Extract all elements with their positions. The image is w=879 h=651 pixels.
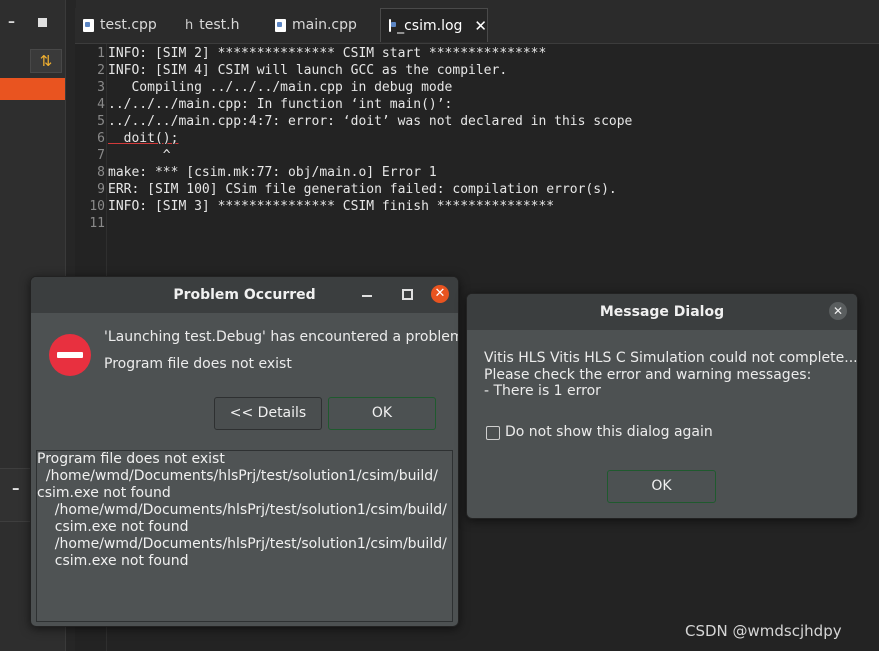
line-number: 10 [89, 199, 105, 214]
tab-test-h[interactable]: h test.h [185, 8, 257, 42]
line-number: 8 [97, 165, 105, 180]
error-icon [49, 334, 91, 376]
line-number: 7 [97, 148, 105, 163]
tab-main-cpp[interactable]: main.cpp [275, 8, 361, 42]
line-number: 11 [89, 216, 105, 231]
cpp-file-icon [275, 18, 286, 32]
ok-button[interactable]: OK [328, 397, 436, 430]
minimize-icon[interactable] [362, 295, 372, 297]
close-icon[interactable]: ✕ [431, 285, 449, 303]
log-line: INFO: [SIM 3] *************** CSIM finis… [108, 199, 555, 214]
cpp-file-icon [83, 18, 94, 32]
watermark: CSDN @wmdscjhdpy [685, 622, 842, 640]
line-number: 2 [97, 63, 105, 78]
maximize-icon[interactable] [402, 289, 413, 300]
close-icon[interactable]: ✕ [829, 302, 847, 320]
left-panel-toolbar: – [0, 8, 65, 40]
tab-label: _csim.log [397, 17, 463, 34]
tab-label: test.cpp [100, 17, 157, 33]
log-line: make: *** [csim.mk:77: obj/main.o] Error… [108, 165, 437, 180]
dialog-titlebar[interactable]: Message Dialog ✕ [467, 294, 857, 330]
dont-show-checkbox[interactable] [486, 426, 500, 440]
line-number: 5 [97, 114, 105, 129]
line-number: 9 [97, 182, 105, 197]
details-line: Program file does not exist [37, 451, 225, 467]
details-line: /home/wmd/Documents/hlsPrj/test/solution… [37, 536, 447, 552]
details-button[interactable]: << Details [214, 397, 322, 430]
dialog-title: Message Dialog [599, 304, 725, 320]
log-line: INFO: [SIM 2] *************** CSIM start… [108, 46, 547, 61]
details-line: /home/wmd/Documents/hlsPrj/test/solution… [37, 502, 447, 518]
log-line: doit(); [108, 131, 179, 146]
dont-show-label[interactable]: Do not show this dialog again [505, 424, 713, 440]
header-file-icon: h [185, 17, 194, 33]
dialog-titlebar[interactable]: Problem Occurred ✕ [31, 277, 458, 313]
details-line: csim.exe not found [37, 485, 171, 501]
log-line: ../../../main.cpp: In function ‘int main… [108, 97, 453, 112]
line-number: 3 [97, 80, 105, 95]
line-number: 1 [97, 46, 105, 61]
message-line: Vitis HLS Vitis HLS C Simulation could n… [484, 350, 858, 366]
problem-submessage: Program file does not exist [104, 356, 292, 372]
dialog-title: Problem Occurred [173, 287, 316, 303]
log-line: Compiling ../../../main.cpp in debug mod… [108, 80, 453, 95]
selected-tree-row[interactable] [0, 78, 65, 100]
tab-test-cpp[interactable]: test.cpp [83, 8, 167, 42]
line-number: 6 [97, 131, 105, 146]
message-line: - There is 1 error [484, 383, 601, 399]
log-line: ERR: [SIM 100] CSim file generation fail… [108, 182, 617, 197]
sync-icon[interactable]: ⇅ [30, 49, 62, 73]
log-line: ^ [108, 148, 171, 163]
editor-tab-bar: test.cpp h test.h main.cpp _csim.log ✕ [75, 8, 879, 44]
log-line: INFO: [SIM 4] CSIM will launch GCC as th… [108, 63, 508, 78]
message-dialog: Message Dialog ✕ Vitis HLS Vitis HLS C S… [466, 293, 858, 519]
lower-minimize-button[interactable]: – [12, 479, 20, 497]
ok-button[interactable]: OK [607, 470, 716, 503]
tab-csim-log[interactable]: _csim.log ✕ [380, 8, 488, 42]
problem-occurred-dialog: Problem Occurred ✕ 'Launching test.Debug… [30, 276, 459, 627]
maximize-view-button[interactable] [38, 18, 47, 27]
details-line: csim.exe not found [37, 553, 189, 569]
log-line: ../../../main.cpp:4:7: error: ‘doit’ was… [108, 114, 633, 129]
problem-message: 'Launching test.Debug' has encountered a… [104, 329, 459, 345]
details-text-area[interactable]: Program file does not exist /home/wmd/Do… [36, 450, 453, 622]
minimize-view-button[interactable]: – [8, 14, 15, 30]
details-line: csim.exe not found [37, 519, 189, 535]
close-tab-icon[interactable]: ✕ [474, 17, 487, 35]
line-number: 4 [97, 97, 105, 112]
text-file-icon [389, 19, 397, 32]
tab-label: main.cpp [292, 17, 357, 33]
details-line: /home/wmd/Documents/hlsPrj/test/solution… [37, 468, 438, 484]
message-line: Please check the error and warning messa… [484, 367, 812, 383]
tab-label: test.h [199, 17, 240, 33]
